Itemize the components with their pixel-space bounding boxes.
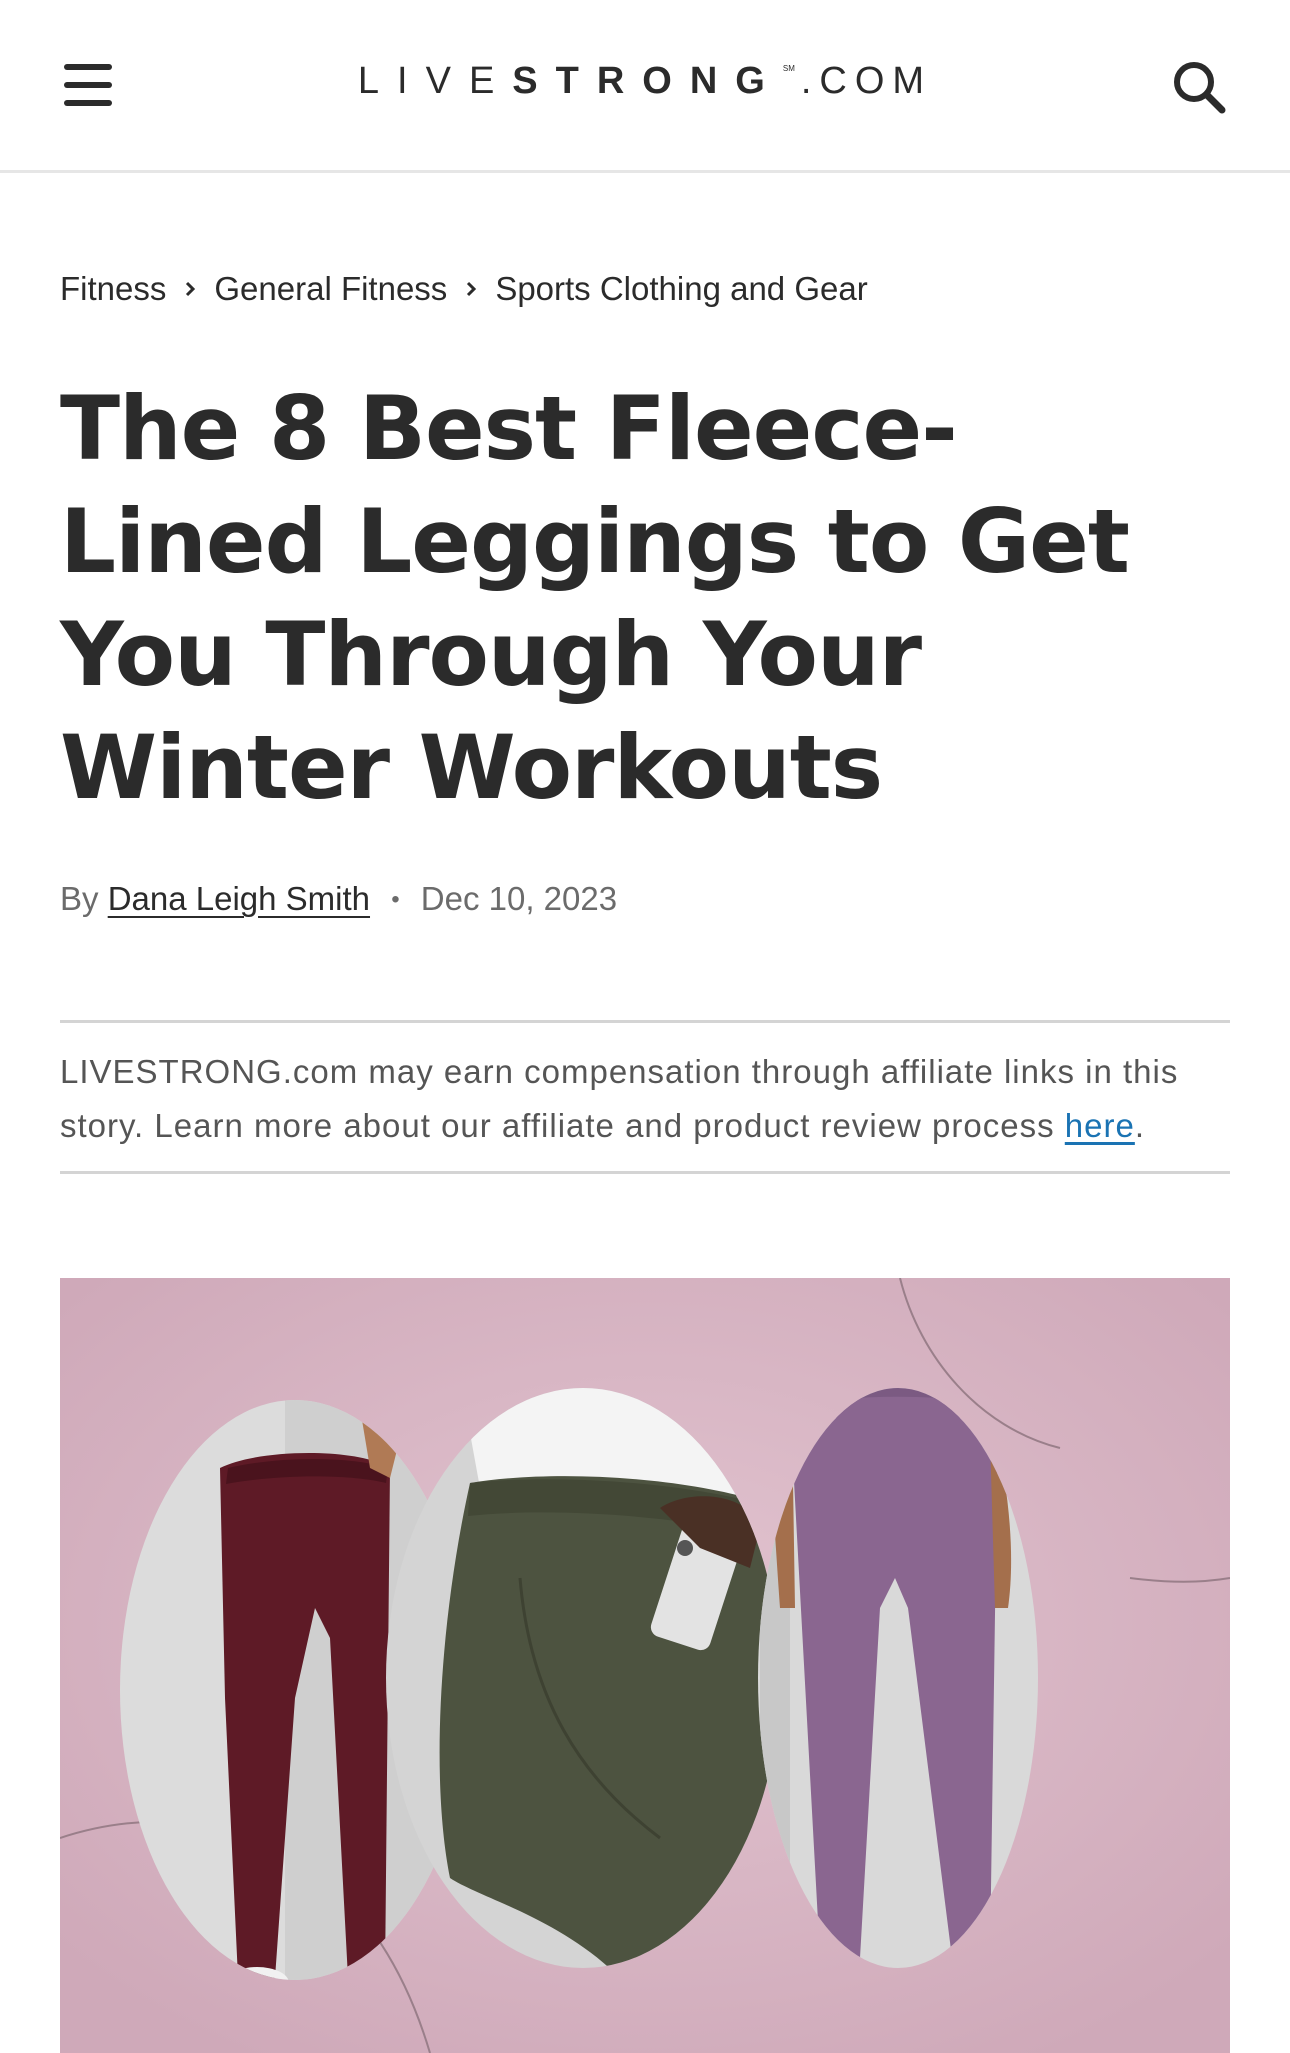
- byline-prefix: By: [60, 880, 99, 917]
- breadcrumb-sports-clothing-and-gear[interactable]: Sports Clothing and Gear: [495, 270, 867, 308]
- breadcrumb-general-fitness[interactable]: General Fitness: [214, 270, 447, 308]
- publish-date: Dec 10, 2023: [420, 880, 618, 917]
- affiliate-disclosure: LIVESTRONG.com may earn compensation thr…: [60, 1020, 1230, 1174]
- leggings-collage-image: [60, 1278, 1230, 2053]
- chevron-right-icon: [186, 281, 196, 297]
- disclosure-end: .: [1134, 1107, 1146, 1144]
- chevron-right-icon: [467, 281, 477, 297]
- disclosure-link[interactable]: here: [1065, 1107, 1135, 1144]
- breadcrumb-fitness[interactable]: Fitness: [60, 270, 166, 308]
- disclosure-text: LIVESTRONG.com may earn compensation thr…: [60, 1053, 1179, 1144]
- page-title: The 8 Best Fleece-Lined Leggings to Get …: [60, 377, 1130, 819]
- author-link[interactable]: Dana Leigh Smith: [108, 880, 370, 917]
- site-header: LIVESTRONGSM .COM: [0, 0, 1290, 173]
- search-icon[interactable]: [1170, 58, 1230, 118]
- byline: By Dana Leigh Smith • Dec 10, 2023: [60, 880, 617, 918]
- hero-image: [60, 1278, 1230, 2053]
- site-logo[interactable]: LIVESTRONGSM .COM: [0, 60, 1290, 103]
- breadcrumb: Fitness General Fitness Sports Clothing …: [60, 270, 868, 308]
- byline-separator: •: [391, 886, 400, 913]
